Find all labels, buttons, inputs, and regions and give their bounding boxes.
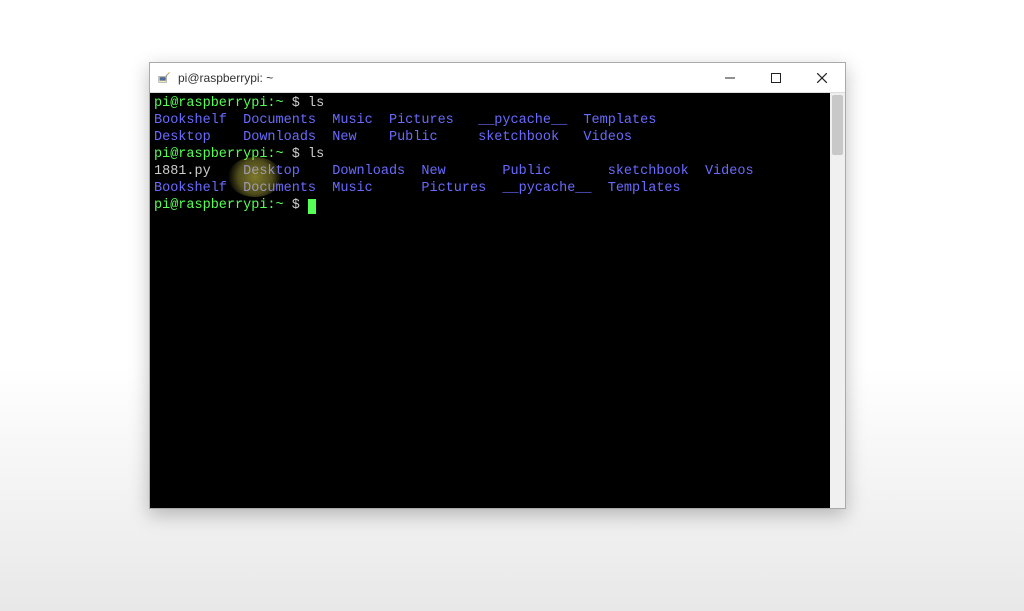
close-button[interactable] xyxy=(799,63,845,92)
putty-icon xyxy=(156,70,172,86)
ls-output-row: Desktop Downloads New Public sketchbook … xyxy=(154,129,826,146)
window-title: pi@raspberrypi: ~ xyxy=(178,71,707,85)
ls-output-row: Bookshelf Documents Music Pictures __pyc… xyxy=(154,180,826,197)
terminal-body[interactable]: pi@raspberrypi:~ $ lsBookshelf Documents… xyxy=(150,93,845,508)
scrollbar[interactable] xyxy=(830,93,845,508)
cursor xyxy=(308,199,316,214)
prompt-line: pi@raspberrypi:~ $ ls xyxy=(154,95,826,112)
terminal-window: pi@raspberrypi: ~ pi@raspberrypi:~ $ lsB… xyxy=(149,62,846,509)
window-controls xyxy=(707,63,845,92)
minimize-button[interactable] xyxy=(707,63,753,92)
ls-output-row: 1881.py Desktop Downloads New Public ske… xyxy=(154,163,826,180)
prompt-line: pi@raspberrypi:~ $ ls xyxy=(154,146,826,163)
titlebar[interactable]: pi@raspberrypi: ~ xyxy=(150,63,845,93)
scrollbar-thumb[interactable] xyxy=(832,95,843,155)
prompt-line[interactable]: pi@raspberrypi:~ $ xyxy=(154,197,826,214)
ls-output-row: Bookshelf Documents Music Pictures __pyc… xyxy=(154,112,826,129)
terminal-output[interactable]: pi@raspberrypi:~ $ lsBookshelf Documents… xyxy=(150,93,830,508)
maximize-button[interactable] xyxy=(753,63,799,92)
